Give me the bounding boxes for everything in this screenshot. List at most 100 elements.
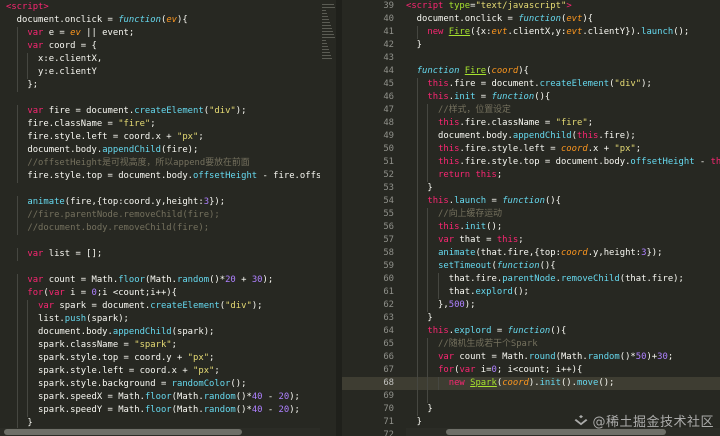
- code-line[interactable]: [6, 235, 320, 248]
- code-token: //向上缓存运动: [406, 209, 502, 219]
- indent-guide: [427, 247, 429, 260]
- code-line[interactable]: animate(fire,{top:coord.y,height:3});: [6, 196, 320, 209]
- code-line[interactable]: [6, 261, 320, 274]
- code-token: i =: [64, 288, 92, 298]
- code-line[interactable]: document.onclick = function(ev){: [6, 14, 320, 27]
- code-token: }: [406, 313, 433, 323]
- code-line[interactable]: //offsetHeight是可视高度，所以append要放在前面: [6, 157, 320, 170]
- code-line[interactable]: 68 new Spark(coord).init().move();: [342, 377, 720, 390]
- code-token: );: [262, 275, 274, 285]
- indent-guide: [16, 339, 18, 352]
- code-line[interactable]: 51 this.fire.style.top = document.body.o…: [342, 156, 720, 169]
- code-line[interactable]: 64 this.explord = function(){: [342, 325, 720, 338]
- code-line[interactable]: 45 this.fire = document.createElement("d…: [342, 78, 720, 91]
- code-line[interactable]: 69: [342, 390, 720, 403]
- code-line[interactable]: document.body.appendChild(spark);: [6, 326, 320, 339]
- code-token: .clientX,y:: [507, 27, 567, 37]
- code-line[interactable]: 65 //随机生成若干个Spark: [342, 338, 720, 351]
- code-line[interactable]: 44 function Fire(coord){: [342, 65, 720, 78]
- code-line[interactable]: <script>: [6, 1, 320, 14]
- code-line[interactable]: spark.style.top = coord.y + "px";: [6, 352, 320, 365]
- code-line[interactable]: 41 new Fire({x:evt.clientX,y:evt.clientY…: [342, 26, 720, 39]
- code-line[interactable]: var coord = {: [6, 40, 320, 53]
- code-line[interactable]: 56 this.init();: [342, 221, 720, 234]
- code-token: this: [427, 79, 449, 89]
- code-line[interactable]: 59 setTimeout(function(){: [342, 260, 720, 273]
- code-line[interactable]: fire.className = "fire";: [6, 118, 320, 131]
- code-line[interactable]: fire.style.top = document.body.offsetHei…: [6, 170, 320, 183]
- code-line[interactable]: [6, 183, 320, 196]
- code-line[interactable]: 62 },500);: [342, 299, 720, 312]
- code-line[interactable]: 63 }: [342, 312, 720, 325]
- code-line[interactable]: spark.speedY = Math.floor(Math.random()*…: [6, 404, 320, 417]
- code-line[interactable]: 42 }: [342, 39, 720, 52]
- code-line[interactable]: //fire.parentNode.removeChild(fire);: [6, 209, 320, 222]
- code-line[interactable]: 43: [342, 52, 720, 65]
- code-line[interactable]: };: [6, 79, 320, 92]
- indent-guide: [427, 156, 429, 169]
- code-token: document.onclick =: [6, 15, 119, 25]
- code-line[interactable]: //document.body.removeChild(fire);: [6, 222, 320, 235]
- code-line[interactable]: y:e.clientY: [6, 66, 320, 79]
- code-line[interactable]: 52 return this;: [342, 169, 720, 182]
- code-line[interactable]: spark.className = "spark";: [6, 339, 320, 352]
- left-horizontal-scrollbar[interactable]: [0, 428, 320, 436]
- code-line[interactable]: 53 }: [342, 182, 720, 195]
- code-line[interactable]: fire.style.left = coord.x + "px";: [6, 131, 320, 144]
- line-number: 59: [383, 261, 394, 271]
- code-line[interactable]: var fire = document.createElement("div")…: [6, 105, 320, 118]
- code-token: -: [262, 392, 279, 402]
- indent-guide: [416, 78, 418, 91]
- right-code-area[interactable]: 39 <script type="text/javascript"> 40 docu…: [342, 0, 720, 436]
- code-line[interactable]: var e = ev || event;: [6, 27, 320, 40]
- code-line[interactable]: var spark = document.createElement("div"…: [6, 300, 320, 313]
- code-line[interactable]: 66 var count = Math.round(Math.random()*…: [342, 351, 720, 364]
- line-number: 51: [383, 157, 394, 167]
- code-line[interactable]: document.body.appendChild(fire);: [6, 144, 320, 157]
- code-token: floor: [118, 275, 145, 285]
- line-number: 54: [383, 196, 394, 206]
- code-line[interactable]: 58 animate(that.fire,{top:coord.y,height…: [342, 247, 720, 260]
- code-line[interactable]: [6, 92, 320, 105]
- code-line[interactable]: 48 this.fire.className = "fire";: [342, 117, 720, 130]
- code-token: coord: [560, 144, 588, 154]
- code-token: ()*: [235, 405, 252, 415]
- code-line[interactable]: 39 <script type="text/javascript">: [342, 0, 720, 13]
- code-line[interactable]: spark.speedX = Math.floor(Math.random()*…: [6, 391, 320, 404]
- indent-guide: [27, 378, 29, 391]
- code-line[interactable]: 47 //样式，位置设定: [342, 104, 720, 117]
- minimap[interactable]: [320, 0, 336, 436]
- indent-guide: [438, 377, 440, 390]
- code-line[interactable]: list.push(spark);: [6, 313, 320, 326]
- code-token: var: [438, 352, 455, 362]
- code-token: evt: [566, 27, 583, 37]
- code-line[interactable]: 49 document.body.appendChild(this.fire);: [342, 130, 720, 143]
- left-code-area[interactable]: <script> document.onclick = function(ev)…: [0, 1, 320, 436]
- code-line[interactable]: spark.style.background = randomColor();: [6, 378, 320, 391]
- code-token: ();: [673, 27, 690, 37]
- code-line[interactable]: 54 this.launch = function(){: [342, 195, 720, 208]
- code-token: || event;: [80, 28, 135, 38]
- left-editor-pane[interactable]: <script> document.onclick = function(ev)…: [0, 0, 320, 436]
- code-token: 20: [278, 405, 290, 415]
- code-line[interactable]: 67 for(var i=0; i<count; i++){: [342, 364, 720, 377]
- code-line[interactable]: 40 document.onclick = function(evt){: [342, 13, 720, 26]
- right-editor-pane[interactable]: 39 <script type="text/javascript"> 40 docu…: [342, 0, 720, 436]
- code-line[interactable]: 60 that.fire.parentNode.removeChild(that…: [342, 273, 720, 286]
- left-scroll-thumb[interactable]: [4, 429, 242, 435]
- code-token: animate: [27, 197, 65, 207]
- indent-guide: [416, 312, 418, 325]
- code-line[interactable]: spark.style.left = coord.x + "px";: [6, 365, 320, 378]
- code-line[interactable]: x:e.clientX,: [6, 53, 320, 66]
- code-line[interactable]: var count = Math.floor(Math.random()*20 …: [6, 274, 320, 287]
- code-line[interactable]: 50 this.fire.style.left = coord.x + "px"…: [342, 143, 720, 156]
- code-line[interactable]: 46 this.init = function(){: [342, 91, 720, 104]
- indent-guide: [416, 403, 418, 416]
- code-line[interactable]: 61 that.explord();: [342, 286, 720, 299]
- code-token: this: [427, 326, 449, 336]
- code-line[interactable]: 55 //向上缓存运动: [342, 208, 720, 221]
- code-line[interactable]: 57 var that = this;: [342, 234, 720, 247]
- code-line[interactable]: for(var i = 0;i <count;i++){: [6, 287, 320, 300]
- code-line[interactable]: var list = [];: [6, 248, 320, 261]
